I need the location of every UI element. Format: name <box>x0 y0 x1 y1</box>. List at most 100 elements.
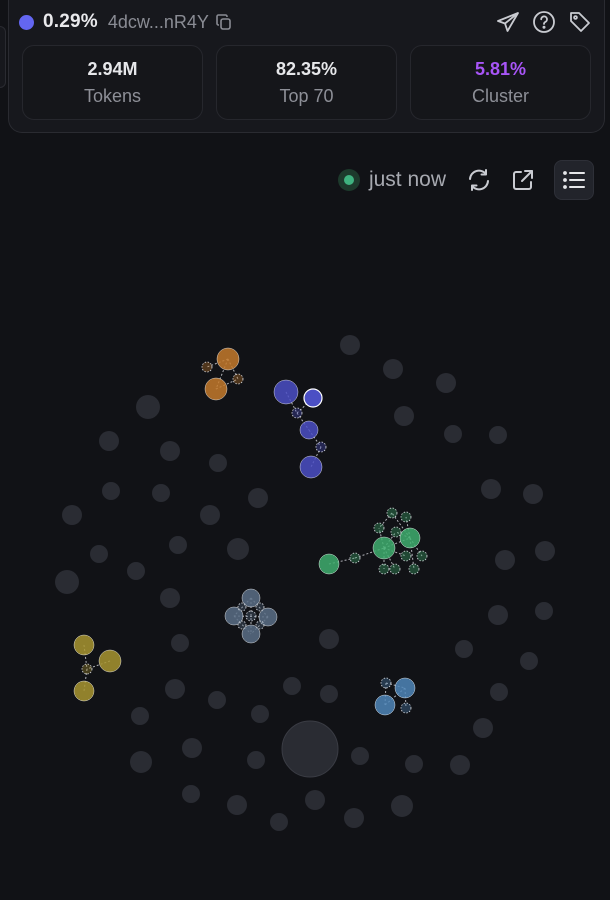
holder-bubble[interactable] <box>488 605 508 625</box>
holder-bubble[interactable] <box>481 479 501 499</box>
holder-bubble[interactable] <box>251 705 269 723</box>
holder-bubble[interactable] <box>127 562 145 580</box>
intermediate-wallet-bubble[interactable] <box>237 602 247 612</box>
intermediate-wallet-bubble[interactable] <box>373 522 385 534</box>
clustered-holder-bubble[interactable] <box>399 527 421 549</box>
holder-bubble[interactable] <box>270 813 288 831</box>
intermediate-wallet-bubble[interactable] <box>408 563 420 575</box>
holder-bubble[interactable] <box>520 652 538 670</box>
holder-bubble[interactable] <box>62 505 82 525</box>
holder-bubble[interactable] <box>405 755 423 773</box>
holder-bubble[interactable] <box>391 795 413 817</box>
list-view-button[interactable] <box>554 160 594 200</box>
intermediate-wallet-bubble[interactable] <box>349 552 361 564</box>
holder-address[interactable]: 4dcw...nR4Y <box>108 12 209 33</box>
holder-bubble[interactable] <box>200 505 220 525</box>
intermediate-wallet-bubble[interactable] <box>255 620 265 630</box>
tag-icon[interactable] <box>568 10 592 34</box>
holder-bubble[interactable] <box>473 718 493 738</box>
bubble-map-graph[interactable] <box>0 0 610 900</box>
holder-bubble[interactable] <box>209 454 227 472</box>
intermediate-wallet-bubble[interactable] <box>390 526 402 538</box>
holder-bubble[interactable] <box>495 550 515 570</box>
clustered-holder-bubble[interactable] <box>299 420 319 440</box>
holder-bubble[interactable] <box>394 406 414 426</box>
holder-bubble[interactable] <box>283 677 301 695</box>
highlighted-holder-bubble[interactable] <box>303 388 323 408</box>
holder-bubble[interactable] <box>444 425 462 443</box>
holder-bubble[interactable] <box>182 738 202 758</box>
clustered-holder-bubble[interactable] <box>374 694 396 716</box>
intermediate-wallet-bubble[interactable] <box>315 441 327 453</box>
pool-bubble[interactable] <box>281 720 339 778</box>
intermediate-wallet-bubble[interactable] <box>245 610 257 622</box>
clustered-holder-bubble[interactable] <box>394 677 416 699</box>
holder-bubble[interactable] <box>351 747 369 765</box>
holder-bubble[interactable] <box>102 482 120 500</box>
holder-bubble[interactable] <box>305 790 325 810</box>
intermediate-wallet-bubble[interactable] <box>201 361 213 373</box>
clustered-holder-bubble[interactable] <box>98 649 122 673</box>
clustered-holder-bubble[interactable] <box>204 377 228 401</box>
intermediate-wallet-bubble[interactable] <box>237 620 247 630</box>
holder-bubble[interactable] <box>535 541 555 561</box>
holder-bubble[interactable] <box>130 751 152 773</box>
holder-bubble[interactable] <box>160 441 180 461</box>
holder-bubble[interactable] <box>99 431 119 451</box>
holder-percent: 0.29% <box>43 11 98 32</box>
send-icon[interactable] <box>496 10 520 34</box>
clustered-holder-bubble[interactable] <box>73 680 95 702</box>
holder-bubble[interactable] <box>90 545 108 563</box>
holder-bubble[interactable] <box>490 683 508 701</box>
clustered-holder-bubble[interactable] <box>73 634 95 656</box>
intermediate-wallet-bubble[interactable] <box>291 407 303 419</box>
intermediate-wallet-bubble[interactable] <box>386 507 398 519</box>
intermediate-wallet-bubble[interactable] <box>400 702 412 714</box>
copy-icon[interactable] <box>215 13 233 31</box>
holder-bubble[interactable] <box>523 484 543 504</box>
holder-bubble[interactable] <box>344 808 364 828</box>
holder-bubble[interactable] <box>227 538 249 560</box>
holder-bubble[interactable] <box>169 536 187 554</box>
external-link-icon[interactable] <box>510 167 536 193</box>
holder-bubble[interactable] <box>165 679 185 699</box>
holder-bubble[interactable] <box>320 685 338 703</box>
side-panel-handle[interactable] <box>0 26 6 88</box>
intermediate-wallet-bubble[interactable] <box>81 663 93 675</box>
intermediate-wallet-bubble[interactable] <box>400 511 412 523</box>
intermediate-wallet-bubble[interactable] <box>389 563 401 575</box>
question-icon[interactable] <box>532 10 556 34</box>
holder-bubble[interactable] <box>535 602 553 620</box>
intermediate-wallet-bubble[interactable] <box>255 602 265 612</box>
holder-bubble[interactable] <box>171 634 189 652</box>
holder-bubble[interactable] <box>436 373 456 393</box>
clustered-holder-bubble[interactable] <box>216 347 240 371</box>
holder-bubble[interactable] <box>248 488 268 508</box>
intermediate-wallet-bubble[interactable] <box>378 563 390 575</box>
intermediate-wallet-bubble[interactable] <box>232 373 244 385</box>
holder-bubble[interactable] <box>160 588 180 608</box>
live-dot <box>343 175 354 185</box>
holder-bubble[interactable] <box>136 395 160 419</box>
holder-bubble[interactable] <box>208 691 226 709</box>
holder-bubble[interactable] <box>131 707 149 725</box>
intermediate-wallet-bubble[interactable] <box>380 677 392 689</box>
clustered-holder-bubble[interactable] <box>318 553 340 575</box>
holder-bubble[interactable] <box>450 755 470 775</box>
holder-bubble[interactable] <box>455 640 473 658</box>
holder-bubble[interactable] <box>55 570 79 594</box>
holder-bubble[interactable] <box>247 751 265 769</box>
intermediate-wallet-bubble[interactable] <box>416 550 428 562</box>
intermediate-wallet-bubble[interactable] <box>400 550 412 562</box>
holder-bubble[interactable] <box>489 426 507 444</box>
holder-bubble[interactable] <box>340 335 360 355</box>
clustered-holder-bubble[interactable] <box>273 379 299 405</box>
clustered-holder-bubble[interactable] <box>372 536 396 560</box>
holder-bubble[interactable] <box>383 359 403 379</box>
clustered-holder-bubble[interactable] <box>299 455 323 479</box>
refresh-icon[interactable] <box>466 167 492 193</box>
holder-bubble[interactable] <box>182 785 200 803</box>
holder-bubble[interactable] <box>152 484 170 502</box>
holder-bubble[interactable] <box>319 629 339 649</box>
holder-bubble[interactable] <box>227 795 247 815</box>
